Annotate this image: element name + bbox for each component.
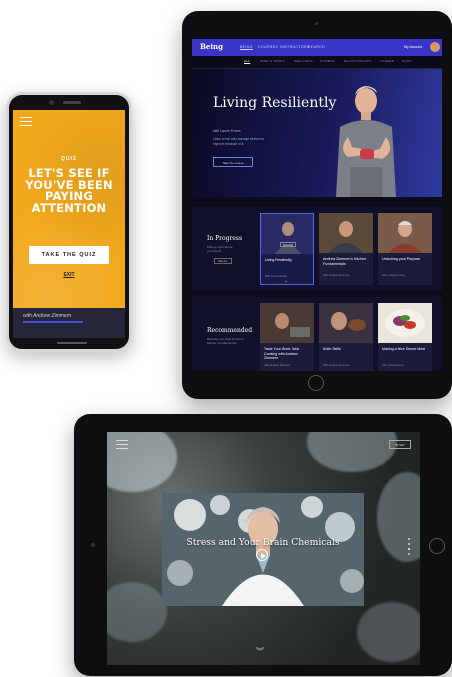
phone-bezel: QUIZ LET'S SEE IF YOU'VE BEEN PAYING ATT…: [9, 95, 129, 349]
course-card[interactable]: Unlocking your Purpose with Joseph Lowry: [378, 213, 432, 285]
video-player[interactable]: Stress and Your Brain Chemicals: [162, 493, 364, 606]
course-card[interactable]: Taste Your Work: Wok Cooking with Andrew…: [260, 303, 314, 371]
in-progress-section: In Progress Pick up right where you left…: [192, 207, 442, 291]
take-quiz-button[interactable]: TAKE THE QUIZ: [29, 246, 109, 264]
card-thumbnail: [319, 213, 373, 253]
course-card[interactable]: RESUME Living Resiliently with Laurie Ev…: [260, 213, 314, 285]
top-navbar: Being BEING COURSES INSTRUCTORS SEARCH M…: [192, 39, 442, 56]
pagination-dots-icon[interactable]: [408, 538, 410, 558]
section-description: Pick up right where you left off.: [207, 245, 233, 253]
card-thumbnail: [261, 214, 313, 254]
subnav-wellness[interactable]: WELLNESS: [294, 59, 313, 63]
nav-courses[interactable]: COURSES: [258, 45, 278, 49]
background-bokeh: [357, 602, 420, 662]
quiz-screen: QUIZ LET'S SEE IF YOU'VE BEEN PAYING ATT…: [13, 110, 125, 338]
category-subnav: ALL MIND & SPIRIT WELLNESS FITNESS RELAT…: [192, 56, 442, 69]
section-description: Because you took Andrew's Kitchen Fundam…: [207, 337, 244, 345]
course-card[interactable]: Knife Skills with Andrew Zimmern: [319, 303, 373, 371]
hero-description: Learn to not only manage stress but impr…: [213, 137, 264, 146]
background-bokeh: [307, 432, 397, 472]
subnav-fitness[interactable]: FITNESS: [320, 59, 335, 63]
card-thumbnail: [378, 303, 432, 343]
subnav-all[interactable]: ALL: [244, 59, 250, 63]
section-title: In Progress: [207, 235, 243, 242]
phone-home-indicator: [57, 342, 87, 344]
top-right-button[interactable]: IN SET: [389, 440, 411, 449]
quiz-background-texture: [13, 110, 125, 338]
tablet-camera: [91, 543, 95, 547]
card-title: Living Resiliently: [265, 258, 292, 262]
card-title: Making a Nice Dinner Meal: [382, 347, 426, 351]
see-all-button[interactable]: SEE ALL: [214, 258, 232, 264]
card-title: Taste Your Work: Wok Cooking with Andrew…: [264, 347, 300, 361]
card-instructor: with Joseph Lowry: [382, 273, 406, 277]
card-thumbnail: [260, 303, 314, 343]
video-lesson-screen: IN SET Stress and Your Brain Chemicals ︾: [107, 432, 420, 665]
brand-logo[interactable]: Being: [200, 42, 223, 51]
card-title: Knife Skills: [323, 347, 341, 351]
card-thumbnail: [378, 213, 432, 253]
hamburger-menu-icon[interactable]: [20, 117, 32, 126]
nav-being[interactable]: BEING: [240, 45, 253, 49]
account-link[interactable]: My Account: [404, 45, 422, 49]
play-icon[interactable]: [256, 549, 268, 561]
tablet-top-device: Being BEING COURSES INSTRUCTORS SEARCH M…: [182, 11, 452, 399]
subnav-food[interactable]: FOOD: [402, 59, 412, 63]
hero-instructor: with Laurie Evans: [213, 129, 241, 133]
progress-bar: [23, 321, 83, 323]
card-instructor: with Andrew Zimmern: [323, 363, 350, 367]
card-thumbnail: [319, 303, 373, 343]
card-instructor: with Andrew Zimmern: [264, 363, 291, 367]
subnav-relationships[interactable]: RELATIONSHIPS: [344, 59, 372, 63]
card-instructor: with Chef Andrew: [382, 363, 404, 367]
tablet-home-button: [308, 375, 324, 391]
tablet-home-button: [429, 538, 445, 554]
nav-search[interactable]: SEARCH: [308, 45, 325, 49]
instructor-photo: [336, 86, 396, 197]
exit-link[interactable]: EXIT: [13, 272, 125, 278]
chevron-down-icon[interactable]: ︾: [256, 646, 264, 657]
quiz-kicker: QUIZ: [61, 156, 77, 162]
card-title: Unlocking your Purpose: [382, 257, 421, 261]
course-card[interactable]: Andrew Zimmern's Kitchen Fundamentals wi…: [319, 213, 373, 285]
resume-badge[interactable]: RESUME: [280, 242, 296, 247]
recommended-section: Recommended Because you took Andrew's Ki…: [192, 297, 442, 371]
card-instructor: with Andrew Zimmern: [323, 273, 350, 277]
background-bokeh: [377, 472, 420, 562]
take-course-button[interactable]: Take the course: [213, 157, 253, 167]
tablet-bottom-device: IN SET Stress and Your Brain Chemicals ︾: [74, 414, 452, 676]
quiz-title: LET'S SEE IF YOU'VE BEEN PAYING ATTENTIO…: [25, 166, 113, 215]
section-title: Recommended: [207, 327, 253, 334]
phone-device: QUIZ LET'S SEE IF YOU'VE BEEN PAYING ATT…: [6, 92, 132, 352]
subnav-mind-spirit[interactable]: MIND & SPIRIT: [260, 59, 285, 63]
hamburger-menu-icon[interactable]: [116, 440, 128, 449]
video-title: Stress and Your Brain Chemicals: [186, 537, 340, 548]
hero-banner: Living Resiliently with Laurie Evans Lea…: [192, 69, 442, 197]
background-bokeh: [107, 582, 167, 642]
nav-instructors[interactable]: INSTRUCTORS: [280, 45, 310, 49]
card-title: Andrew Zimmern's Kitchen Fundamentals: [323, 257, 366, 266]
chevron-down-icon[interactable]: ⌄: [284, 278, 288, 284]
course-card[interactable]: Making a Nice Dinner Meal with Chef Andr…: [378, 303, 432, 371]
phone-speaker: [63, 101, 81, 104]
course-home-screen: Being BEING COURSES INSTRUCTORS SEARCH M…: [192, 39, 442, 371]
hero-title: Living Resiliently: [213, 95, 337, 111]
avatar[interactable]: [430, 42, 440, 52]
subnav-career[interactable]: CAREER: [380, 59, 394, 63]
tablet-camera: [315, 22, 318, 25]
now-playing-instructor: with Andrew Zimmern: [23, 313, 72, 319]
phone-camera: [49, 100, 54, 105]
